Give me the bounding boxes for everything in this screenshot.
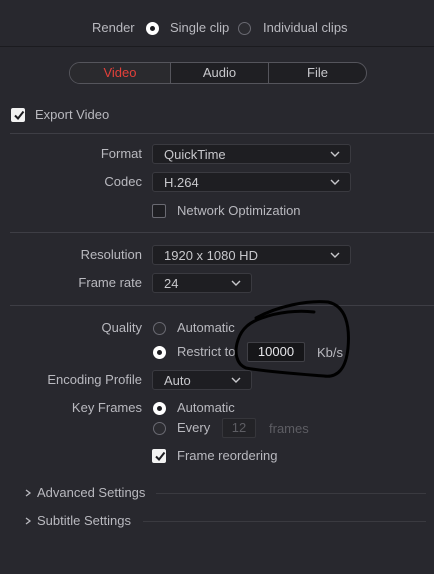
tab-file[interactable]: File (269, 63, 366, 83)
single-clip-radio[interactable] (146, 22, 159, 35)
checkmark-icon (14, 110, 25, 121)
resolution-value: 1920 x 1080 HD (164, 248, 258, 263)
chevron-right-icon[interactable] (24, 489, 32, 497)
frame-rate-value: 24 (164, 276, 179, 291)
key-frames-automatic-radio[interactable] (153, 402, 166, 415)
quality-label: Quality (101, 320, 142, 335)
format-label: Format (100, 146, 142, 161)
key-frames-every-input[interactable]: 12 (222, 418, 256, 438)
tab-video[interactable]: Video (70, 63, 170, 83)
section-divider (143, 521, 426, 522)
resolution-label: Resolution (80, 247, 142, 262)
chevron-down-icon (330, 151, 340, 157)
subtitle-settings-header[interactable]: Subtitle Settings (37, 513, 131, 529)
codec-value: H.264 (164, 175, 199, 190)
key-frames-automatic-label[interactable]: Automatic (177, 400, 235, 416)
render-label: Render (92, 20, 135, 35)
quality-automatic-label[interactable]: Automatic (177, 320, 235, 336)
chevron-down-icon (231, 280, 241, 286)
quality-restrict-radio[interactable] (153, 346, 166, 359)
key-frames-every-label[interactable]: Every (177, 420, 210, 436)
chevron-down-icon (330, 179, 340, 185)
encoding-profile-label: Encoding Profile (47, 372, 142, 387)
frame-reordering-checkbox[interactable] (152, 449, 166, 463)
codec-dropdown[interactable]: H.264 (152, 172, 351, 192)
divider (10, 133, 434, 134)
frame-reordering-label[interactable]: Frame reordering (177, 448, 277, 464)
advanced-settings-header[interactable]: Advanced Settings (37, 485, 145, 501)
format-value: QuickTime (164, 147, 226, 162)
annotation-circle (234, 300, 350, 378)
key-frames-unit-label: frames (269, 421, 309, 436)
individual-clips-radio[interactable] (238, 22, 251, 35)
tab-audio[interactable]: Audio (171, 63, 268, 83)
chevron-down-icon (330, 252, 340, 258)
divider (10, 305, 434, 306)
network-optimization-checkbox[interactable] (152, 204, 166, 218)
frame-rate-dropdown[interactable]: 24 (152, 273, 252, 293)
individual-clips-label[interactable]: Individual clips (263, 20, 348, 36)
export-video-checkbox[interactable] (11, 108, 25, 122)
single-clip-label[interactable]: Single clip (170, 20, 229, 36)
divider (10, 232, 434, 233)
quality-automatic-radio[interactable] (153, 322, 166, 335)
section-divider (156, 493, 426, 494)
key-frames-label: Key Frames (71, 400, 142, 415)
resolution-dropdown[interactable]: 1920 x 1080 HD (152, 245, 351, 265)
format-dropdown[interactable]: QuickTime (152, 144, 351, 164)
checkmark-icon (155, 451, 166, 462)
codec-label: Codec (104, 174, 142, 189)
tab-bar: Video Audio File (69, 62, 367, 84)
frame-rate-label: Frame rate (78, 275, 142, 290)
divider (0, 46, 434, 47)
network-optimization-label[interactable]: Network Optimization (177, 203, 301, 219)
key-frames-every-radio[interactable] (153, 422, 166, 435)
export-video-label[interactable]: Export Video (35, 107, 109, 123)
encoding-profile-value: Auto (164, 373, 191, 388)
chevron-right-icon[interactable] (24, 517, 32, 525)
quality-restrict-label[interactable]: Restrict to (177, 344, 236, 360)
